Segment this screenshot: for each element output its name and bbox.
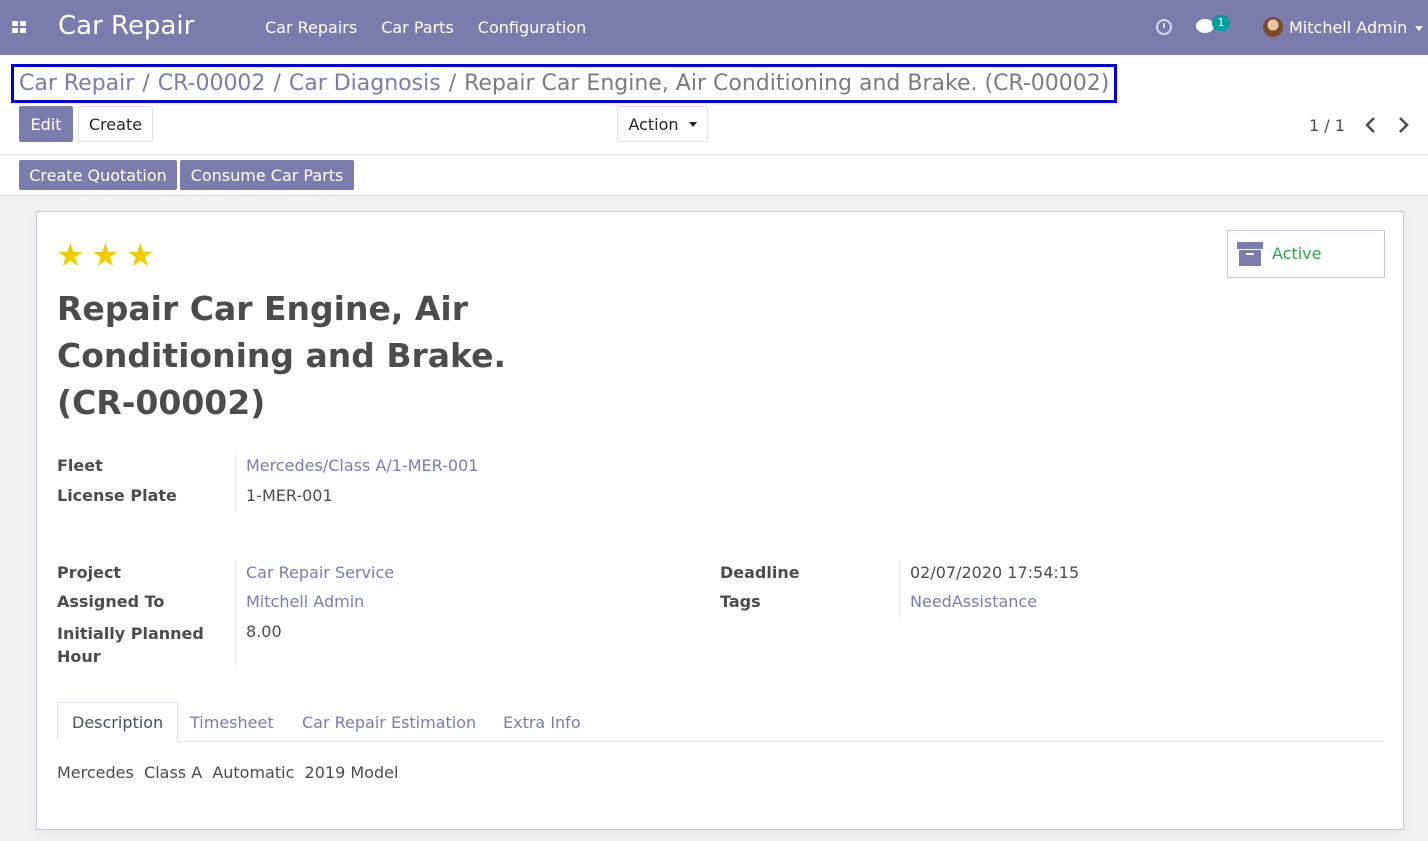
fleet-label: Fleet <box>57 456 103 475</box>
main-menu: Car Repairs Car Parts Configuration <box>265 18 586 37</box>
breadcrumb-car-repair[interactable]: Car Repair <box>19 71 134 96</box>
license-plate-value: 1-MER-001 <box>246 486 333 505</box>
breadcrumb-separator: / <box>448 71 457 96</box>
field-divider <box>899 560 900 618</box>
breadcrumb: Car Repair / CR-00002 / Car Diagnosis / … <box>11 64 1118 103</box>
create-button[interactable]: Create <box>78 106 153 142</box>
breadcrumb-cr-00002[interactable]: CR-00002 <box>158 71 266 96</box>
tab-extra-info[interactable]: Extra Info <box>503 702 581 742</box>
caret-down-icon <box>688 121 697 127</box>
tag-badge[interactable]: NeedAssistance <box>910 592 1037 611</box>
user-menu[interactable]: Mitchell Admin <box>1289 18 1407 37</box>
menu-car-parts[interactable]: Car Parts <box>381 18 454 37</box>
chat-counter-badge: 1 <box>1212 15 1230 31</box>
tab-car-repair-estimation[interactable]: Car Repair Estimation <box>302 702 476 742</box>
breadcrumb-separator: / <box>142 71 150 96</box>
field-divider <box>235 560 236 666</box>
deadline-label: Deadline <box>720 563 800 582</box>
apps-menu-icon[interactable] <box>12 21 26 33</box>
menu-configuration[interactable]: Configuration <box>478 18 587 37</box>
tab-description[interactable]: Description <box>57 702 179 742</box>
record-title[interactable]: Repair Car Engine, Air Conditioning and … <box>57 285 527 426</box>
priority-widget: ★ ★ ★ <box>56 239 156 271</box>
deadline-value: 02/07/2020 17:54:15 <box>910 563 1080 582</box>
tab-timesheet[interactable]: Timesheet <box>190 702 274 742</box>
breadcrumb-current: Repair Car Engine, Air Conditioning and … <box>464 71 1110 96</box>
chevron-left-icon[interactable] <box>1361 115 1381 135</box>
active-toggle-button[interactable]: Active <box>1227 230 1385 278</box>
assigned-to-link[interactable]: Mitchell Admin <box>246 592 364 611</box>
star-icon[interactable]: ★ <box>56 239 86 271</box>
project-label: Project <box>57 563 122 582</box>
app-brand[interactable]: Car Repair <box>58 11 194 41</box>
field-divider <box>235 454 236 512</box>
star-icon[interactable]: ★ <box>126 239 156 271</box>
chevron-right-icon[interactable] <box>1393 115 1413 135</box>
consume-car-parts-button[interactable]: Consume Car Parts <box>180 160 354 190</box>
archive-icon <box>1237 242 1263 266</box>
chevron-down-icon[interactable] <box>1415 26 1423 31</box>
edit-button[interactable]: Edit <box>19 106 73 142</box>
breadcrumb-car-diagnosis[interactable]: Car Diagnosis <box>289 71 441 96</box>
breadcrumb-separator: / <box>273 71 281 96</box>
top-navbar: Car Repair Car Repairs Car Parts Configu… <box>0 0 1428 55</box>
planned-hours-label: Initially Planned Hour <box>57 624 204 666</box>
clock-icon[interactable] <box>1156 19 1172 35</box>
form-sheet: ★ ★ ★ Active Repair Car Engine, Air Cond… <box>36 211 1404 830</box>
avatar[interactable] <box>1263 17 1283 37</box>
menu-car-repairs[interactable]: Car Repairs <box>265 18 357 37</box>
create-quotation-button[interactable]: Create Quotation <box>19 160 177 190</box>
control-panel: Car Repair / CR-00002 / Car Diagnosis / … <box>0 55 1428 155</box>
action-dropdown[interactable]: Action <box>617 106 708 142</box>
form-statusbar: Create Quotation Consume Car Parts <box>0 155 1428 196</box>
notebook-tabs: Description Timesheet Car Repair Estimat… <box>57 702 1384 742</box>
description-text[interactable]: Mercedes Class A Automatic 2019 Model <box>57 763 398 782</box>
action-label: Action <box>628 114 679 134</box>
active-label: Active <box>1272 244 1322 263</box>
tags-label: Tags <box>720 592 761 611</box>
assigned-to-label: Assigned To <box>57 592 165 611</box>
pager-value[interactable]: 1 / 1 <box>1309 116 1345 135</box>
license-plate-label: License Plate <box>57 486 177 505</box>
planned-hours-value: 8.00 <box>246 622 282 641</box>
star-icon[interactable]: ★ <box>91 239 121 271</box>
project-link[interactable]: Car Repair Service <box>246 563 394 582</box>
fleet-link[interactable]: Mercedes/Class A/1-MER-001 <box>246 456 478 475</box>
